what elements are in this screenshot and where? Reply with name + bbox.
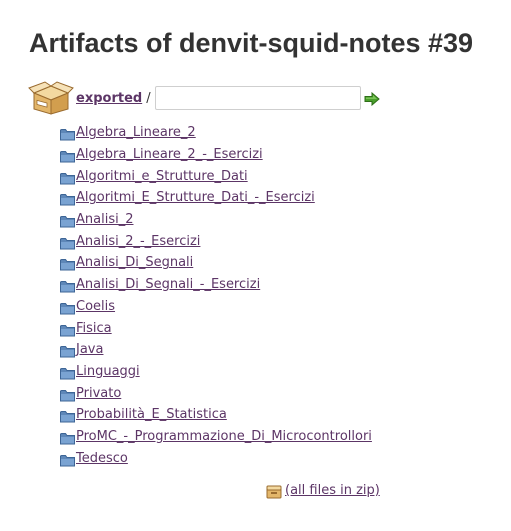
list-item: Tedesco [60, 447, 372, 469]
list-item: Analisi_2_-_Esercizi [60, 230, 372, 252]
page-title: Artifacts of denvit-squid-notes #39 [29, 28, 474, 58]
folder-icon [60, 408, 75, 423]
folder-icon [60, 365, 75, 380]
directory-link[interactable]: ProMC_-_Programmazione_Di_Microcontrollo… [76, 429, 372, 444]
folder-icon [60, 256, 75, 271]
zip-archive-icon[interactable] [266, 484, 282, 498]
breadcrumb-root-link[interactable]: exported [76, 91, 142, 106]
list-item: Analisi_2 [60, 209, 372, 231]
folder-icon [60, 235, 75, 250]
folder-icon [60, 170, 75, 185]
folder-icon [60, 148, 75, 163]
directory-link[interactable]: Analisi_2_-_Esercizi [76, 234, 200, 249]
folder-icon [60, 126, 75, 141]
breadcrumb: exported / [28, 81, 380, 115]
directory-link[interactable]: Probabilità_E_Statistica [76, 407, 227, 422]
directory-link[interactable]: Java [76, 342, 103, 357]
folder-icon [60, 300, 75, 315]
list-item: Algebra_Lineare_2 [60, 122, 372, 144]
breadcrumb-separator: / [146, 90, 151, 106]
directory-link[interactable]: Linguaggi [76, 364, 140, 379]
folder-icon [60, 430, 75, 445]
download-zip-link[interactable]: (all files in zip) [285, 483, 380, 498]
directory-link[interactable]: Analisi_Di_Segnali [76, 255, 193, 270]
directory-list: Algebra_Lineare_2 Algebra_Lineare_2_-_Es… [60, 122, 372, 469]
path-input[interactable] [154, 86, 361, 110]
directory-link[interactable]: Algoritmi_E_Strutture_Dati_-_Esercizi [76, 190, 315, 205]
directory-link[interactable]: Algoritmi_e_Strutture_Dati [76, 169, 248, 184]
folder-icon [60, 343, 75, 358]
list-item: Java [60, 339, 372, 361]
list-item: Algoritmi_E_Strutture_Dati_-_Esercizi [60, 187, 372, 209]
directory-link[interactable]: Algebra_Lineare_2 [76, 125, 196, 140]
list-item: Linguaggi [60, 361, 372, 383]
download-zip: (all files in zip) [266, 483, 380, 498]
archive-box-icon [28, 81, 74, 115]
list-item: Algoritmi_e_Strutture_Dati [60, 165, 372, 187]
directory-link[interactable]: Analisi_Di_Segnali_-_Esercizi [76, 277, 260, 292]
directory-link[interactable]: Tedesco [76, 451, 128, 466]
folder-icon [60, 278, 75, 293]
folder-icon [60, 213, 75, 228]
folder-icon [60, 387, 75, 402]
list-item: Analisi_Di_Segnali_-_Esercizi [60, 274, 372, 296]
list-item: Algebra_Lineare_2_-_Esercizi [60, 144, 372, 166]
list-item: Fisica [60, 317, 372, 339]
folder-icon [60, 452, 75, 467]
directory-link[interactable]: Algebra_Lineare_2_-_Esercizi [76, 147, 263, 162]
list-item: Analisi_Di_Segnali [60, 252, 372, 274]
list-item: ProMC_-_Programmazione_Di_Microcontrollo… [60, 426, 372, 448]
folder-icon [60, 322, 75, 337]
directory-link[interactable]: Fisica [76, 321, 112, 336]
artifacts-page: Artifacts of denvit-squid-notes #39 expo… [0, 0, 511, 531]
folder-icon [60, 191, 75, 206]
directory-link[interactable]: Analisi_2 [76, 212, 133, 227]
directory-link[interactable]: Coelis [76, 299, 115, 314]
directory-link[interactable]: Privato [76, 386, 121, 401]
list-item: Probabilità_E_Statistica [60, 404, 372, 426]
list-item: Privato [60, 382, 372, 404]
list-item: Coelis [60, 296, 372, 318]
go-arrow-icon[interactable] [364, 91, 380, 107]
